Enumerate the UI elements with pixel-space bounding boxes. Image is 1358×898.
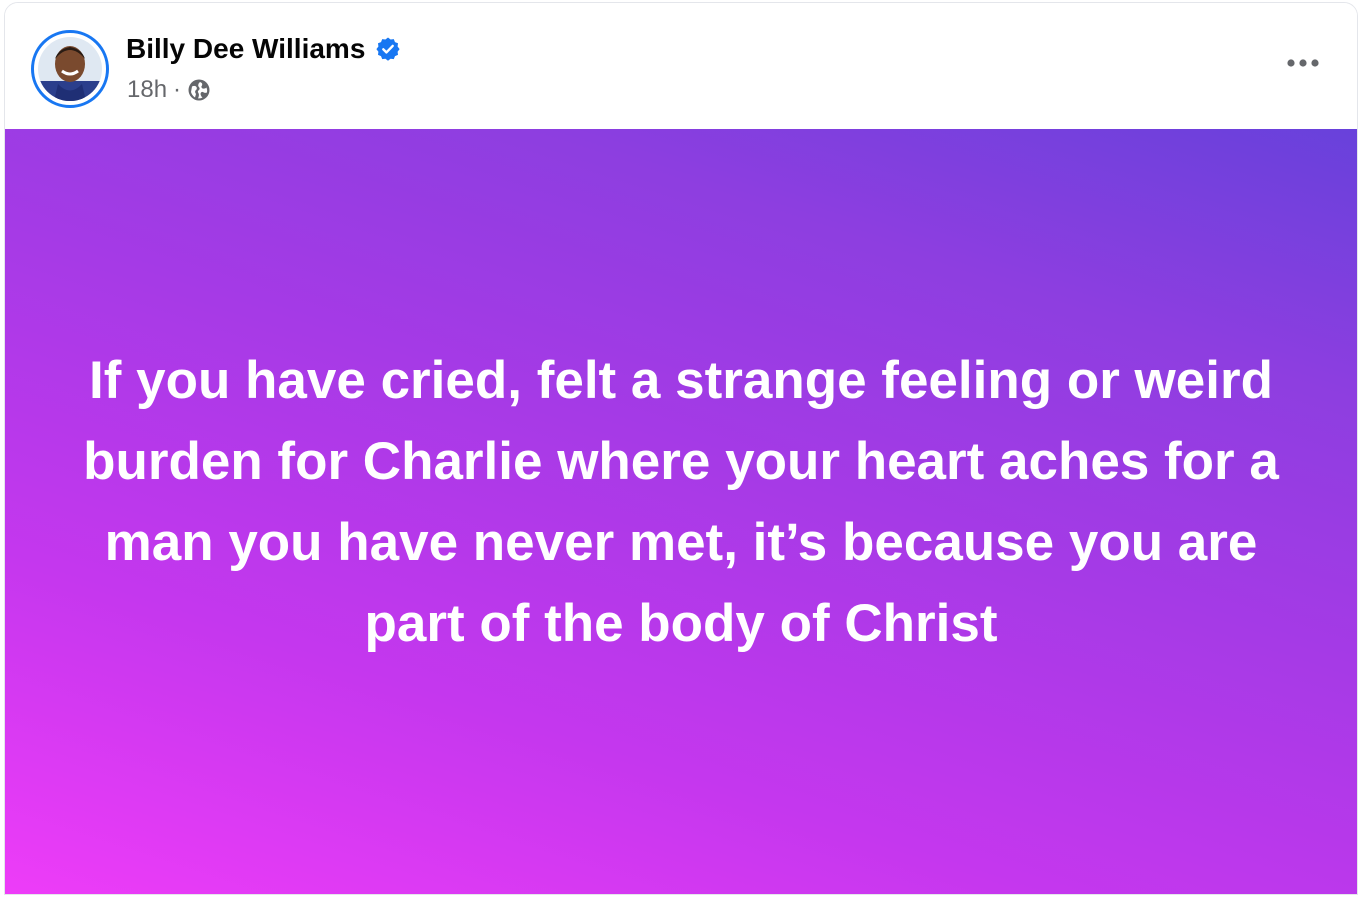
avatar[interactable] (38, 37, 102, 101)
post-header: Billy Dee Williams 18h · (5, 3, 1357, 129)
meta-separator: · (173, 76, 182, 103)
post-meta: 18h · (127, 73, 211, 107)
globe-icon[interactable] (187, 78, 211, 102)
more-options-icon (1287, 59, 1319, 67)
post-card: Billy Dee Williams 18h · If you have cri… (4, 2, 1358, 895)
post-background[interactable]: If you have cried, felt a strange feelin… (5, 129, 1357, 894)
verified-badge-icon (375, 36, 401, 62)
profile-avatar-ring[interactable] (31, 30, 109, 108)
post-timestamp[interactable]: 18h (127, 76, 167, 104)
post-text: If you have cried, felt a strange feelin… (83, 350, 1279, 653)
author-row: Billy Dee Williams (126, 29, 401, 69)
author-name[interactable]: Billy Dee Williams (126, 33, 365, 65)
more-options-button[interactable] (1281, 43, 1325, 83)
